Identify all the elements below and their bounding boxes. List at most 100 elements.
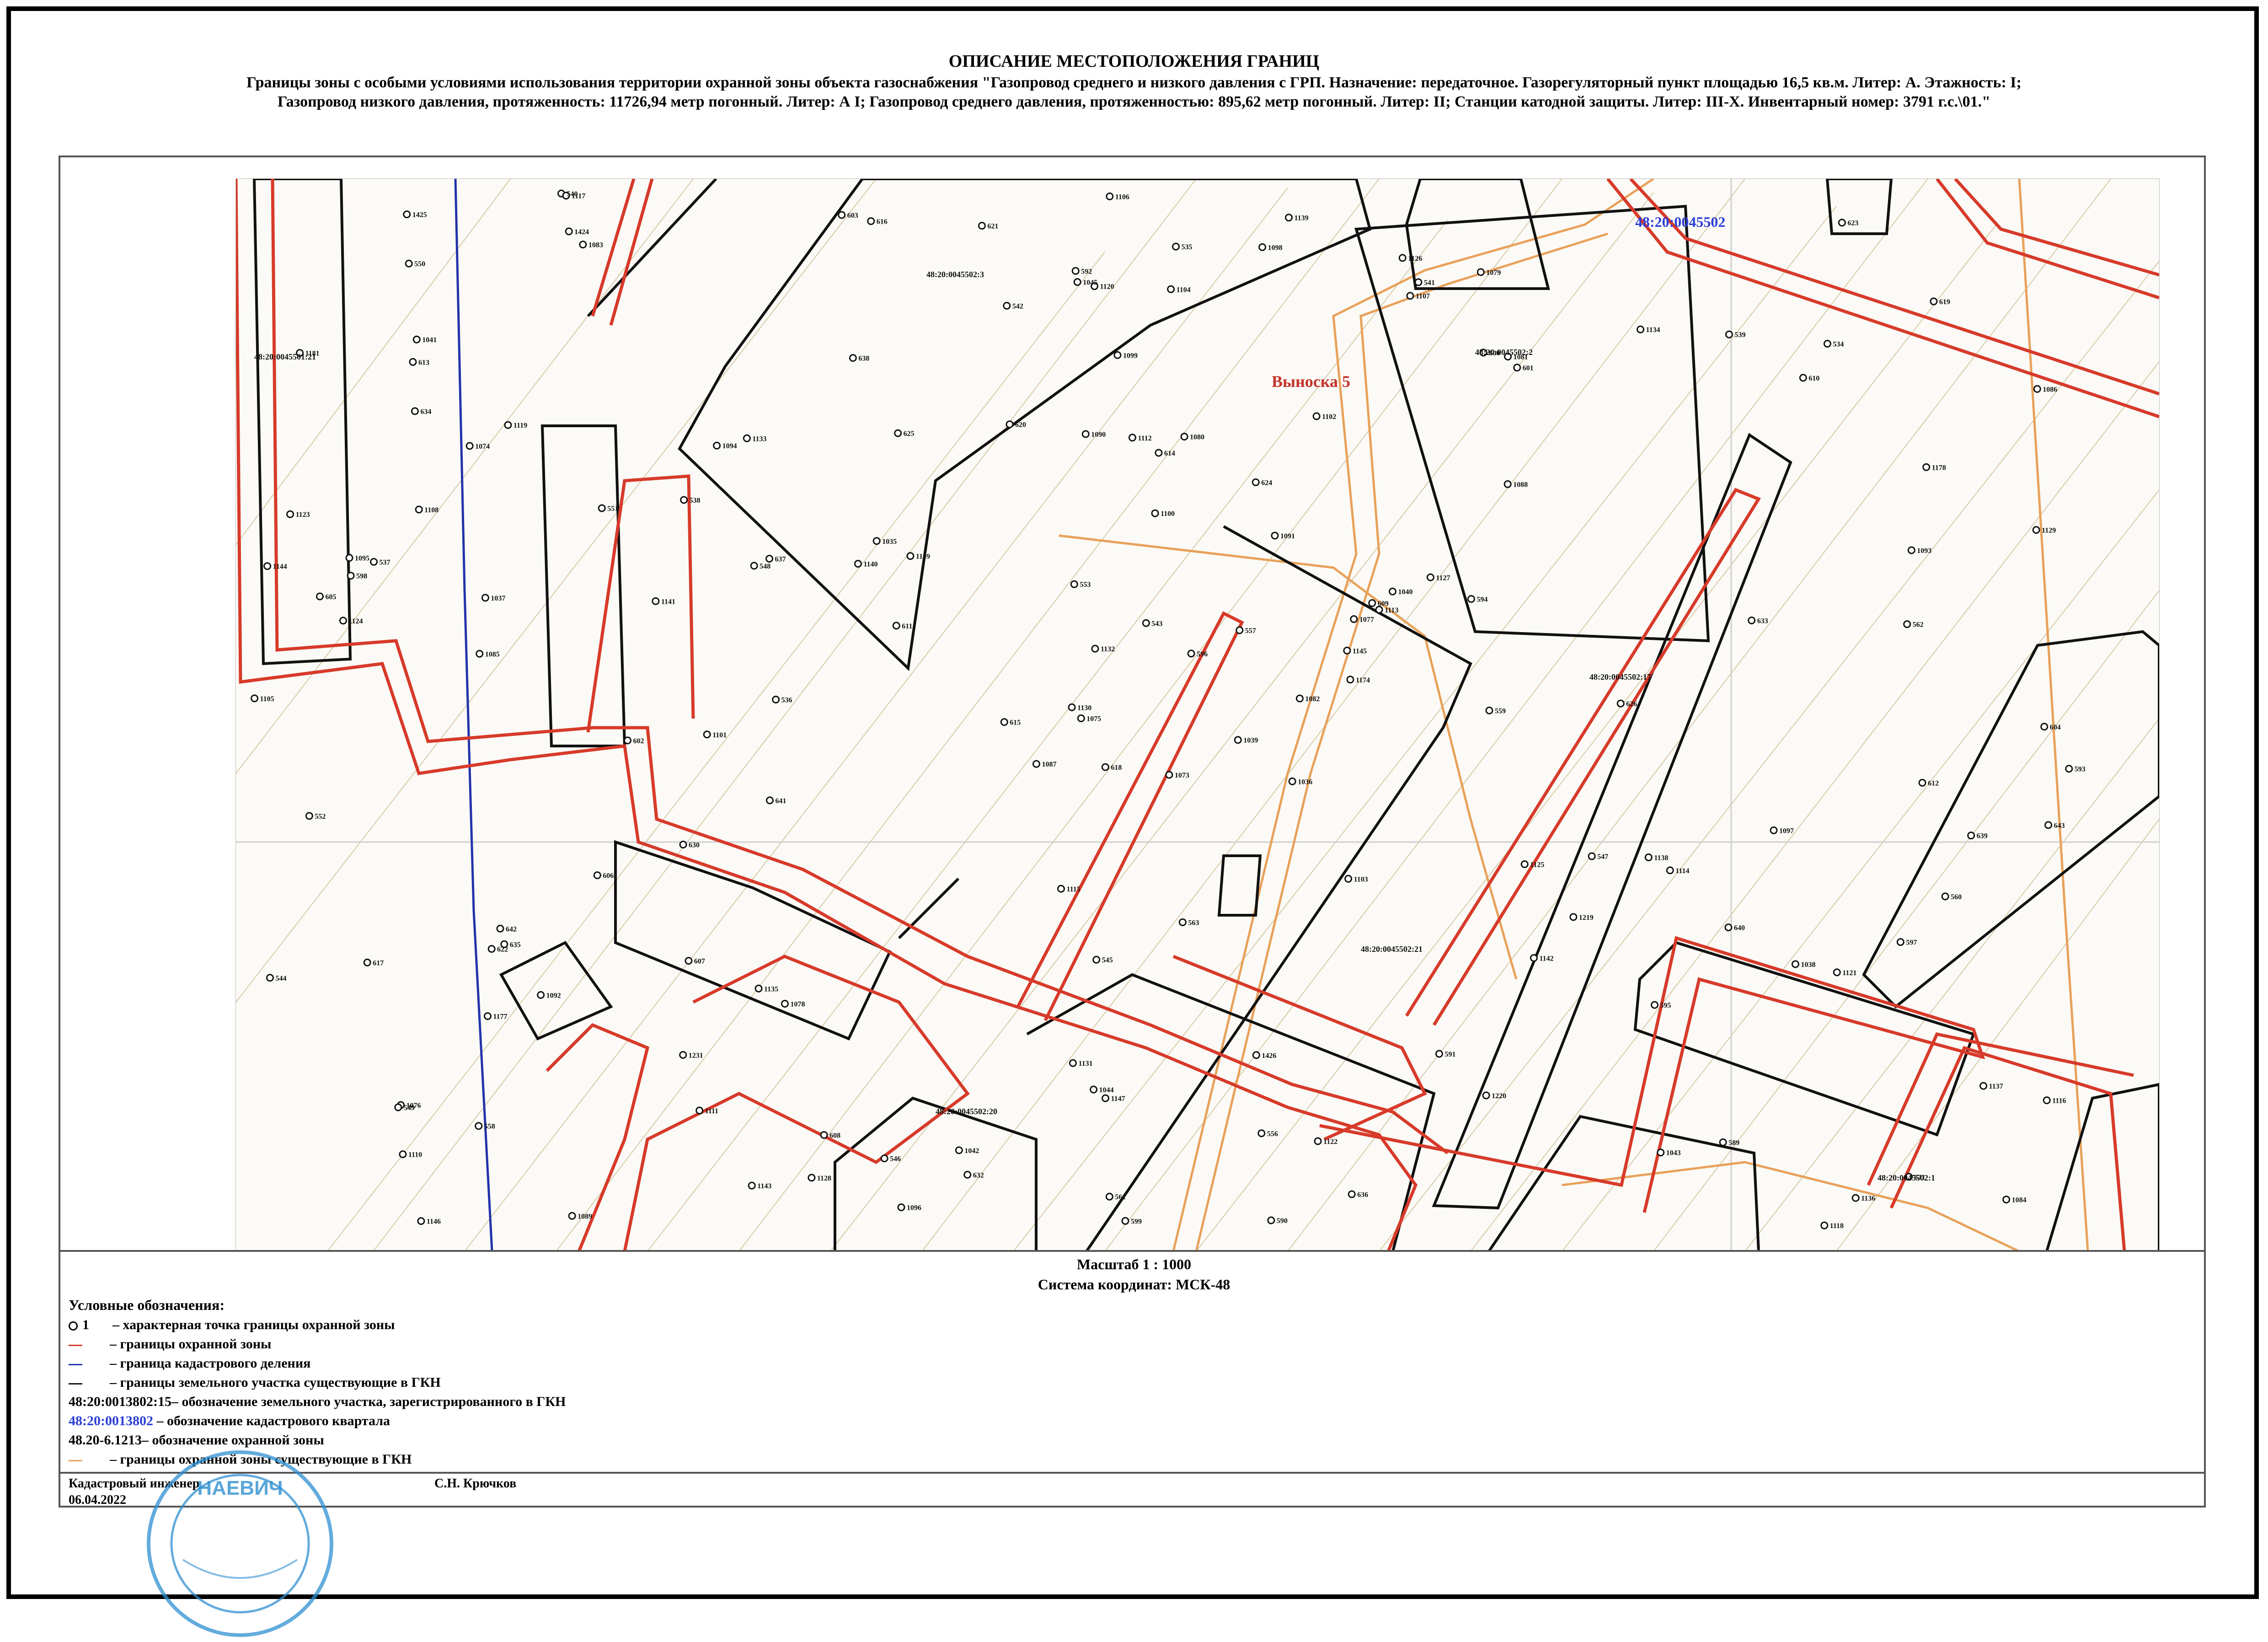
boundary-point xyxy=(1823,340,1831,348)
point-label: 1136 xyxy=(1861,1195,1875,1202)
boundary-point xyxy=(2043,1096,2051,1105)
point-label: 1099 xyxy=(1123,352,1138,360)
boundary-point xyxy=(978,221,986,230)
point-label: 1093 xyxy=(1917,547,1931,555)
boundary-point xyxy=(1092,955,1101,964)
boundary-point xyxy=(417,1217,425,1225)
cadastral-division-line xyxy=(454,179,493,1251)
boundary-point xyxy=(1503,480,1512,488)
boundary-point xyxy=(1414,278,1423,286)
boundary-point xyxy=(1907,546,1915,554)
boundary-point xyxy=(1930,297,1938,306)
boundary-point xyxy=(394,1103,402,1111)
parcel-label: 48:20:0045502:17 xyxy=(1589,672,1651,681)
boundary-point xyxy=(1343,646,1351,655)
point-label: 1140 xyxy=(863,560,877,568)
point-label: 1075 xyxy=(1086,715,1101,723)
point-label: 1129 xyxy=(2042,527,2056,535)
point-label: 1424 xyxy=(574,228,589,236)
boundary-point xyxy=(598,504,606,512)
point-label: 1111 xyxy=(705,1107,718,1115)
point-label: 632 xyxy=(973,1171,984,1179)
point-label: 1220 xyxy=(1492,1092,1506,1100)
point-label: 536 xyxy=(781,696,792,704)
point-label: 559 xyxy=(1495,707,1506,715)
boundary-point xyxy=(363,958,371,966)
point-label: 1142 xyxy=(1539,955,1553,963)
point-label: 1107 xyxy=(1416,293,1430,300)
boundary-point xyxy=(1406,292,1414,300)
point-label: 639 xyxy=(1977,832,1988,840)
boundary-point xyxy=(1295,694,1304,703)
boundary-point xyxy=(1657,1148,1665,1157)
subtitle-line-2: Газопровод низкого давления, протяженнос… xyxy=(277,93,1990,110)
boundary-point xyxy=(1151,509,1159,517)
boundary-point xyxy=(1435,1050,1443,1058)
page-title: ОПИСАНИЕ МЕСТОПОЛОЖЕНИЯ ГРАНИЦ xyxy=(948,52,1320,71)
boundary-point xyxy=(1476,268,1485,276)
boundary-point xyxy=(1113,351,1122,359)
boundary-point xyxy=(2044,821,2053,829)
legend-parcel-text: – границы земельного участка существующи… xyxy=(110,1375,441,1390)
boundary-point xyxy=(1142,619,1150,627)
point-label: 636 xyxy=(1357,1191,1368,1199)
boundary-point xyxy=(1791,960,1799,968)
boundary-point xyxy=(680,496,688,504)
point-label: 556 xyxy=(1267,1130,1278,1138)
point-label: 1118 xyxy=(1830,1222,1844,1230)
parcel-label: 48:20:0045502:2 xyxy=(1475,348,1533,357)
point-label: 1143 xyxy=(757,1182,771,1190)
boundary-point xyxy=(411,407,419,415)
point-label: 605 xyxy=(326,593,337,601)
boundary-point xyxy=(1903,620,1911,628)
point-label: 1038 xyxy=(1801,961,1815,969)
boundary-point xyxy=(652,597,660,605)
boundary-point xyxy=(266,974,274,982)
boundary-point xyxy=(1344,875,1353,883)
point-label: 537 xyxy=(380,558,390,566)
point-label: 592 xyxy=(1081,268,1092,275)
legend-zone-boundary: – границы охранной зоны xyxy=(69,1336,271,1352)
quarter-example: 48:20:0013802 xyxy=(69,1413,153,1428)
point-label: 541 xyxy=(1424,279,1435,287)
point-label: 558 xyxy=(484,1123,495,1131)
point-label: 1110 xyxy=(408,1151,422,1159)
boundary-point xyxy=(1187,649,1195,658)
point-label: 621 xyxy=(987,222,998,230)
point-label: 1122 xyxy=(1323,1138,1337,1146)
boundary-point xyxy=(1833,968,1841,977)
boundary-point xyxy=(347,572,355,580)
point-label: 1174 xyxy=(1356,676,1370,684)
zone-example: 48.20-6.1213 xyxy=(69,1433,142,1448)
point-label: 589 xyxy=(1728,1139,1739,1147)
boundary-point xyxy=(963,1170,972,1179)
boundary-point xyxy=(1102,1094,1110,1102)
boundary-point xyxy=(1257,1129,1266,1138)
legend-quarter-designation: 48:20:0013802 – обозначение кадастрового… xyxy=(69,1413,390,1429)
point-label: 1146 xyxy=(427,1218,441,1226)
legend-parcel-designation: 48:20:0013802:15– обозначение земельного… xyxy=(69,1394,566,1410)
point-label: 1125 xyxy=(1530,861,1544,869)
point-label: 543 xyxy=(1151,620,1162,628)
point-label: 1042 xyxy=(964,1147,979,1155)
point-label: 1178 xyxy=(1932,464,1946,472)
point-label: 535 xyxy=(1182,243,1193,251)
point-label: 1141 xyxy=(661,598,675,606)
point-label: 1036 xyxy=(1298,778,1312,786)
engineer-name: С.Н. Крючков xyxy=(434,1476,517,1491)
parcel-boundaries xyxy=(252,179,2159,1251)
boundary-point xyxy=(1252,478,1260,486)
point-label: 1219 xyxy=(1579,914,1594,922)
boundary-point xyxy=(1178,918,1187,926)
point-label: 1037 xyxy=(491,595,505,602)
point-label: 608 xyxy=(829,1132,840,1139)
boundary-point xyxy=(892,622,900,630)
point-label: 624 xyxy=(1261,479,1272,487)
point-label: 1132 xyxy=(1101,645,1115,653)
point-label: 563 xyxy=(1188,919,1199,927)
point-label: 1090 xyxy=(1091,431,1106,439)
point-label: 630 xyxy=(689,841,700,849)
point-label: 1073 xyxy=(1175,772,1189,779)
point-label: 591 xyxy=(1444,1051,1455,1058)
boundary-point xyxy=(894,429,902,437)
